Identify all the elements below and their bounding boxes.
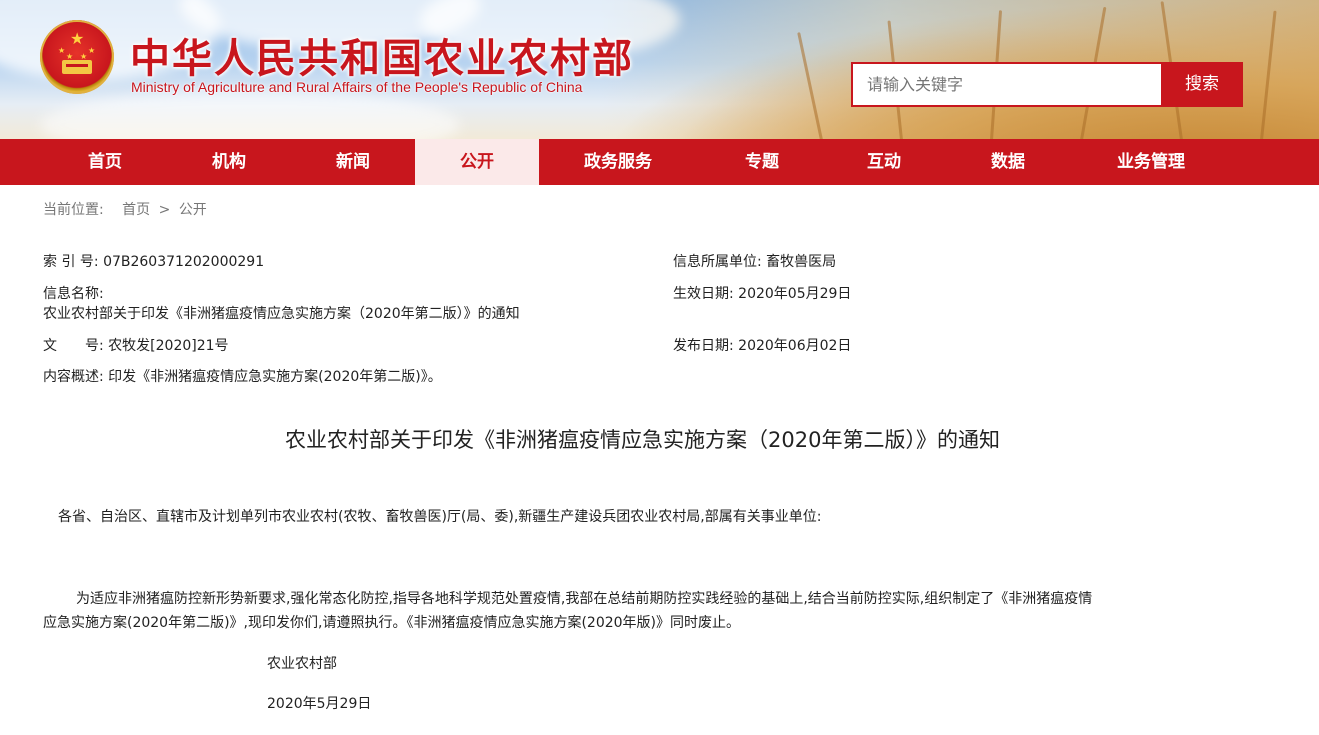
meta-effective-date: 生效日期: 2020年05月29日 [673,284,851,304]
nav-item-topics[interactable]: 专题 [700,139,824,185]
meta-effective-value: 2020年05月29日 [738,286,852,302]
meta-effective-label: 生效日期: [673,286,734,302]
meta-index-label: 索 引 号: [43,254,99,270]
meta-summary: 内容概述: 印发《非洲猪瘟疫情应急实施方案(2020年第二版)》。 [43,367,442,387]
nav-item-data[interactable]: 数据 [946,139,1070,185]
meta-publish-date: 发布日期: 2020年06月02日 [673,336,851,356]
meta-index-value: 07B260371202000291 [103,254,265,270]
breadcrumb-current[interactable]: 公开 [179,202,207,218]
meta-publish-label: 发布日期: [673,338,734,354]
article-signature: 农业农村部 [267,656,337,672]
meta-summary-label: 内容概述: [43,369,104,385]
national-emblem-icon: ★ ★ ★ ★ ★ [40,20,114,94]
search-button[interactable]: 搜索 [1161,62,1243,107]
site-title: 中华人民共和国农业农村部 [130,35,634,82]
breadcrumb: 当前位置: 首页 > 公开 [43,199,207,219]
meta-document-number: 文 号: 农牧发[2020]21号 [43,336,229,356]
article-body-line: 为适应非洲猪瘟防控新形势新要求,强化常态化防控,指导各地科学规范处置疫情,我部在… [76,591,1093,607]
article-body-line: 应急实施方案(2020年第二版)》,现印发你们,请遵照执行。《非洲猪瘟疫情应急实… [43,615,741,631]
header-banner: ★ ★ ★ ★ ★ 中华人民共和国农业农村部 Ministry of Agric… [0,0,1319,139]
nav-item-business-management[interactable]: 业务管理 [1076,139,1226,185]
search-input[interactable] [851,62,1163,107]
meta-name-value: 农业农村部关于印发《非洲猪瘟疫情应急实施方案（2020年第二版）》的通知 [43,306,520,322]
meta-publish-value: 2020年06月02日 [738,338,852,354]
article-body: 为适应非洲猪瘟防控新形势新要求,强化常态化防控,指导各地科学规范处置疫情,我部在… [43,587,1283,635]
meta-org-label: 信息所属单位: [673,254,762,270]
nav-item-organization[interactable]: 机构 [167,139,291,185]
meta-info-name: 信息名称: 农业农村部关于印发《非洲猪瘟疫情应急实施方案（2020年第二版）》的… [43,284,520,324]
nav-item-public[interactable]: 公开 [415,139,539,185]
meta-summary-value: 印发《非洲猪瘟疫情应急实施方案(2020年第二版)》。 [108,369,442,385]
article-salutation: 各省、自治区、直辖市及计划单列市农业农村(农牧、畜牧兽医)厅(局、委),新疆生产… [58,509,822,525]
article-title: 农业农村部关于印发《非洲猪瘟疫情应急实施方案（2020年第二版）》的通知 [285,428,1000,452]
banner-cloud [40,90,460,139]
nav-item-government-services[interactable]: 政务服务 [556,139,680,185]
nav-item-home[interactable]: 首页 [43,139,167,185]
nav-item-news[interactable]: 新闻 [291,139,415,185]
breadcrumb-separator: > [158,202,171,218]
main-nav: 首页 机构 新闻 公开 政务服务 专题 互动 数据 业务管理 [0,139,1319,185]
meta-name-label: 信息名称: [43,286,104,302]
article-date: 2020年5月29日 [267,696,372,712]
meta-org-value: 畜牧兽医局 [766,254,837,270]
breadcrumb-home-link[interactable]: 首页 [122,202,150,218]
meta-doc-no-label: 文 号: [43,338,104,354]
meta-organization: 信息所属单位: 畜牧兽医局 [673,252,836,272]
site-subtitle: Ministry of Agriculture and Rural Affair… [131,79,583,95]
nav-item-interaction[interactable]: 互动 [822,139,946,185]
meta-doc-no-value: 农牧发[2020]21号 [108,338,229,354]
breadcrumb-prefix: 当前位置: [43,202,104,218]
meta-index-number: 索 引 号: 07B260371202000291 [43,252,264,272]
